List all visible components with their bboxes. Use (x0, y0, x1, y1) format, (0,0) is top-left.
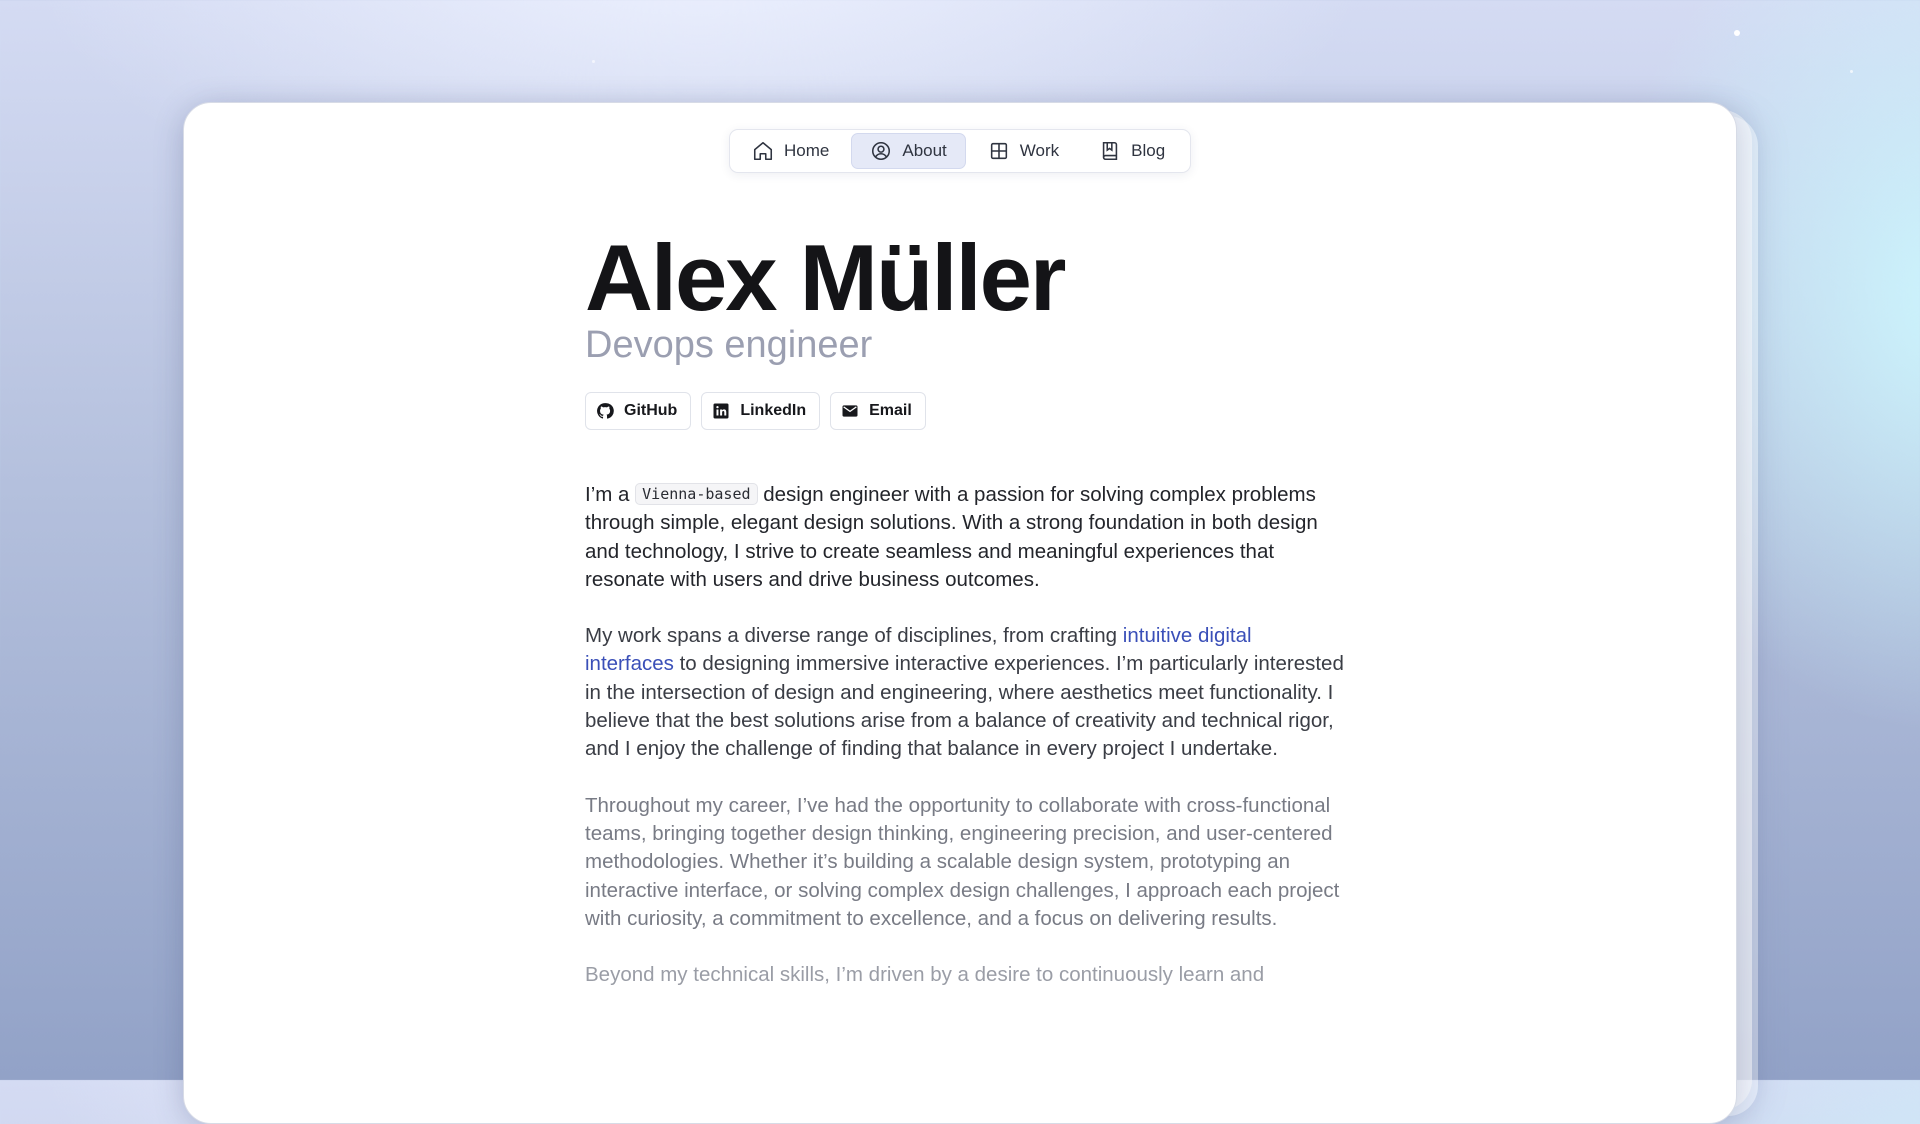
social-links: GitHub LinkedIn Email (585, 392, 1345, 430)
background-sparkle (1850, 70, 1853, 73)
p2-body: to designing immersive interactive exper… (585, 652, 1344, 761)
top-navigation: Home About Work Blog (729, 129, 1191, 173)
user-circle-icon (872, 141, 891, 161)
p2-prefix: My work spans a diverse range of discipl… (585, 624, 1118, 648)
grid-icon (990, 142, 1007, 160)
nav-home-label: Home (784, 141, 830, 160)
about-paragraph-3: Throughout my career, I’ve had the oppor… (585, 793, 1340, 930)
nav-home[interactable]: Home (734, 134, 847, 168)
home-icon (753, 141, 773, 161)
email-button[interactable]: Email (830, 392, 926, 430)
nav-blog-label: Blog (1131, 141, 1166, 160)
github-icon (597, 403, 614, 419)
linkedin-label: LinkedIn (740, 402, 807, 419)
nav-about[interactable]: About (851, 133, 966, 169)
email-label: Email (869, 402, 912, 419)
p1-prefix: I’m a (585, 483, 630, 506)
location-code-tag: Vienna-based (635, 483, 758, 505)
nav-about-label: About (902, 141, 947, 160)
about-paragraph-1: I’m a Vienna-based design engineer with … (585, 480, 1345, 594)
nav-work-label: Work (1019, 141, 1060, 160)
profile-name: Alex Müller (585, 225, 1067, 330)
about-content: Alex Müller Devops engineer GitHub Linke… (585, 228, 1345, 989)
nav-blog[interactable]: Blog (1081, 134, 1183, 168)
browser-window: Home About Work Blog Alex Müller Devops … (183, 102, 1737, 1124)
background-sparkle (1734, 30, 1740, 36)
github-button[interactable]: GitHub (585, 392, 692, 430)
linkedin-icon (713, 403, 729, 419)
github-label: GitHub (624, 402, 678, 419)
linkedin-button[interactable]: LinkedIn (701, 392, 821, 430)
about-paragraph-2: My work spans a diverse range of discipl… (585, 622, 1345, 763)
background-sparkle (592, 60, 595, 63)
book-icon (1102, 141, 1118, 161)
nav-work[interactable]: Work (970, 134, 1077, 168)
mail-icon (842, 405, 858, 417)
about-paragraph-4: Beyond my technical skills, I’m driven b… (585, 963, 1265, 987)
